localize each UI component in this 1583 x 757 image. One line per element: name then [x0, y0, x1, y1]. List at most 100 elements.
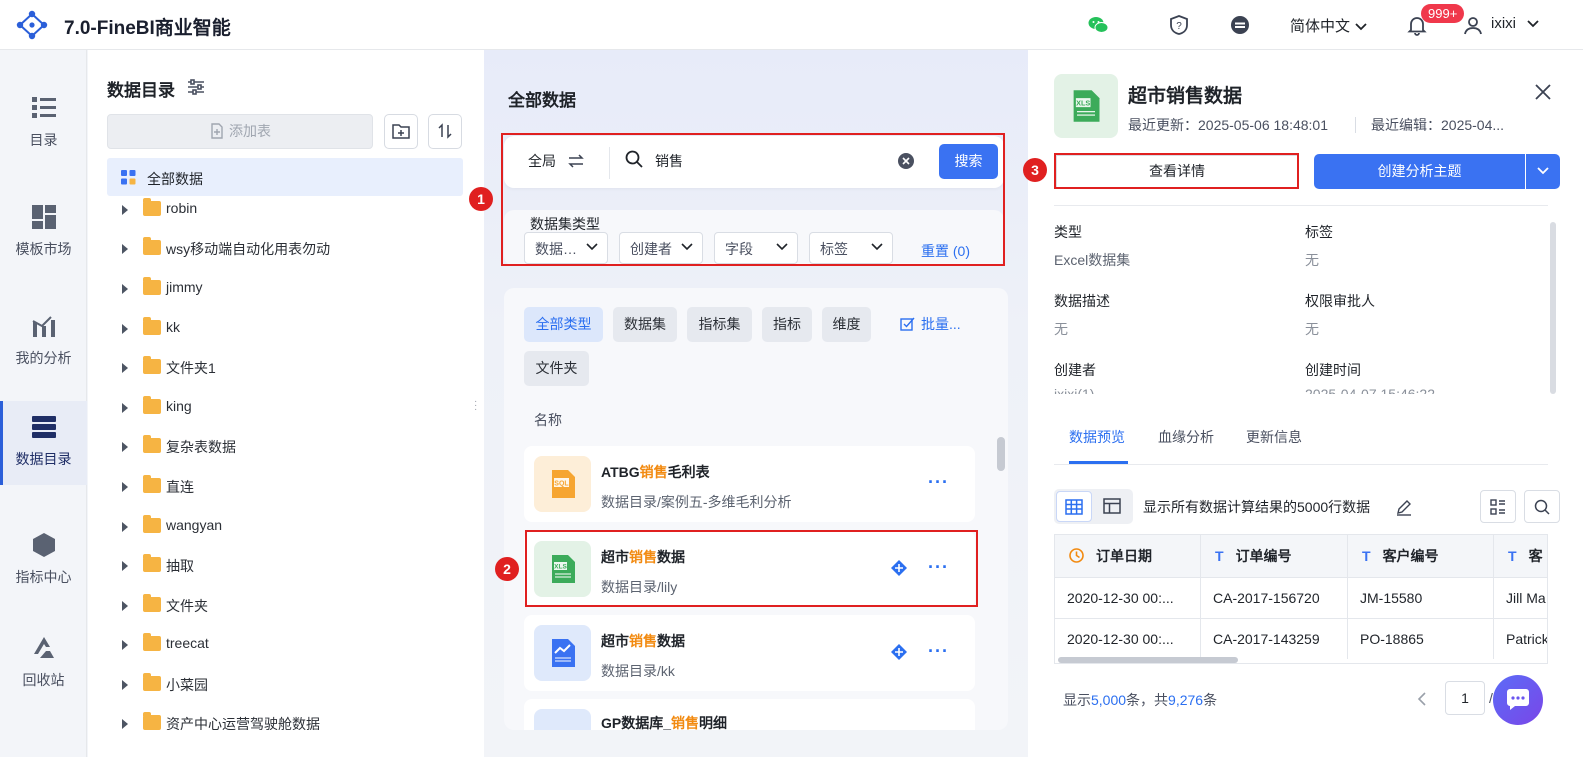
expand-arrow-icon[interactable]	[122, 561, 128, 571]
tree-folder-item[interactable]: wsy移动端自动化用表勿动	[118, 237, 468, 261]
expand-arrow-icon[interactable]	[122, 205, 128, 215]
result-item[interactable]: SQL ATBG销售毛利表 数据目录/案例五-多维毛利分析 ···	[524, 446, 975, 522]
nav-item-metric-center[interactable]: 指标中心	[0, 503, 87, 587]
tree-folder-item[interactable]: 直连	[118, 475, 468, 499]
template-icon	[30, 203, 58, 231]
nav-item-recycle-bin[interactable]: 回收站	[0, 620, 87, 704]
expand-arrow-icon[interactable]	[122, 640, 128, 650]
nav-item-template-market[interactable]: 模板市场	[0, 175, 87, 259]
table-search-button[interactable]	[1524, 490, 1560, 523]
table-hscrollbar[interactable]	[1058, 657, 1238, 663]
nav-item-my-analysis[interactable]: 我的分析	[0, 284, 87, 368]
last-updated: 最近更新：2025-05-06 18:48:01	[1128, 117, 1328, 133]
field-label: 标签	[1305, 224, 1333, 240]
finebi-logo	[16, 10, 48, 40]
expand-arrow-icon[interactable]	[122, 442, 128, 452]
chip-dataset[interactable]: 数据集	[613, 307, 677, 342]
chip-folder[interactable]: 文件夹	[524, 351, 589, 386]
database-icon	[30, 413, 58, 441]
tree-folder-item[interactable]: 复杂表数据	[118, 435, 468, 459]
column-header[interactable]: T 客户编号	[1348, 535, 1494, 577]
toggle-icon[interactable]	[1229, 14, 1251, 36]
tree-folder-item[interactable]: 抽取	[118, 554, 468, 578]
add-file-icon	[209, 123, 225, 139]
expand-arrow-icon[interactable]	[122, 719, 128, 729]
expand-arrow-icon[interactable]	[122, 680, 128, 690]
tree-folder-item[interactable]: robin	[118, 198, 468, 222]
tree-folder-item[interactable]: jimmy	[118, 277, 468, 301]
language-select[interactable]: 简体中文	[1290, 15, 1368, 36]
create-analysis-button[interactable]: 创建分析主题	[1314, 154, 1525, 189]
chat-icon	[1507, 689, 1529, 710]
chip-metric-set[interactable]: 指标集	[687, 307, 752, 342]
more-options-icon[interactable]: ···	[928, 641, 949, 662]
user-menu[interactable]: ixixi	[1491, 15, 1540, 32]
result-item[interactable]: 超市销售数据 数据目录/kk ···	[524, 615, 975, 691]
wechat-icon[interactable]	[1087, 14, 1109, 36]
add-table-button[interactable]: 添加表	[107, 114, 373, 149]
table-cell: 2020-12-30 00:...	[1055, 618, 1201, 659]
column-header[interactable]: T 订单编号	[1201, 535, 1348, 577]
panel-resize-handle[interactable]: · · ·	[474, 397, 477, 415]
results-scrollbar[interactable]	[997, 437, 1005, 471]
tree-folder-item[interactable]: 文件夹1	[118, 356, 468, 380]
tab-lineage[interactable]: 血缘分析	[1158, 427, 1214, 447]
dataset-file-icon	[534, 709, 591, 730]
sort-icon	[438, 123, 452, 139]
tree-folder-item[interactable]: 资产中心运营驾驶舱数据	[118, 712, 468, 730]
tree-folder-item[interactable]: wangyan	[118, 515, 468, 539]
sort-button[interactable]	[428, 114, 462, 149]
tree-all-data[interactable]: 全部数据	[107, 158, 463, 196]
chat-assistant-button[interactable]	[1493, 675, 1543, 725]
analysis-diamond-icon[interactable]	[890, 643, 908, 661]
column-header[interactable]: 订单日期	[1055, 535, 1201, 577]
middle-title: 全部数据	[508, 91, 576, 110]
expand-arrow-icon[interactable]	[122, 244, 128, 254]
tab-update-info[interactable]: 更新信息	[1246, 427, 1302, 447]
chip-metric[interactable]: 指标	[762, 307, 812, 342]
shield-help-icon[interactable]: ?	[1168, 14, 1190, 36]
expand-arrow-icon[interactable]	[122, 522, 128, 532]
close-icon[interactable]	[1535, 84, 1551, 100]
nav-item-data-catalog[interactable]: 数据目录	[0, 401, 87, 485]
grid-view-button[interactable]	[1056, 491, 1092, 522]
filter-settings-icon[interactable]	[186, 78, 206, 96]
tree-folder-item[interactable]: kk	[118, 317, 468, 341]
tab-data-preview[interactable]: 数据预览	[1069, 427, 1125, 447]
nav-item-directory[interactable]: 目录	[0, 66, 87, 150]
expand-arrow-icon[interactable]	[122, 284, 128, 294]
new-folder-button[interactable]	[384, 114, 418, 149]
tree-folder-item[interactable]: 小菜园	[118, 673, 468, 697]
preview-note: 显示所有数据计算结果的5000行数据	[1143, 499, 1371, 515]
annotation-marker-1: 1	[469, 187, 493, 211]
chevron-down-icon	[1537, 167, 1549, 175]
detail-title: 超市销售数据	[1128, 86, 1243, 107]
prev-page-icon[interactable]	[1417, 692, 1427, 706]
expand-arrow-icon[interactable]	[122, 403, 128, 413]
tree-folder-item[interactable]: 文件夹	[118, 594, 468, 618]
detail-scrollbar[interactable]	[1550, 222, 1556, 394]
expand-arrow-icon[interactable]	[122, 601, 128, 611]
batch-button[interactable]: 批量...	[900, 314, 961, 334]
field-settings-button[interactable]	[1480, 490, 1516, 523]
tree-folder-item[interactable]: treecat	[118, 633, 468, 657]
field-label: 权限审批人	[1305, 293, 1375, 309]
chip-all-types[interactable]: 全部类型	[524, 307, 603, 342]
page-number-input[interactable]: 1	[1445, 681, 1485, 715]
column-header[interactable]: T客	[1494, 535, 1547, 577]
expand-arrow-icon[interactable]	[122, 324, 128, 334]
layout-view-icon[interactable]	[1103, 498, 1121, 514]
field-value-clipped: ixixi(1)	[1054, 386, 1095, 394]
chip-dimension[interactable]: 维度	[822, 307, 871, 342]
cube-icon	[30, 531, 58, 559]
date-type-icon	[1069, 548, 1084, 563]
create-analysis-dropdown[interactable]	[1526, 154, 1560, 189]
edit-icon[interactable]	[1395, 498, 1413, 516]
more-options-icon[interactable]: ···	[928, 472, 949, 493]
table-cell: CA-2017-143259	[1201, 618, 1348, 659]
user-icon[interactable]	[1462, 14, 1484, 36]
expand-arrow-icon[interactable]	[122, 363, 128, 373]
result-item-partial[interactable]: GP数据库_销售明细	[524, 699, 975, 730]
tree-folder-item[interactable]: king	[118, 396, 468, 420]
expand-arrow-icon[interactable]	[122, 482, 128, 492]
